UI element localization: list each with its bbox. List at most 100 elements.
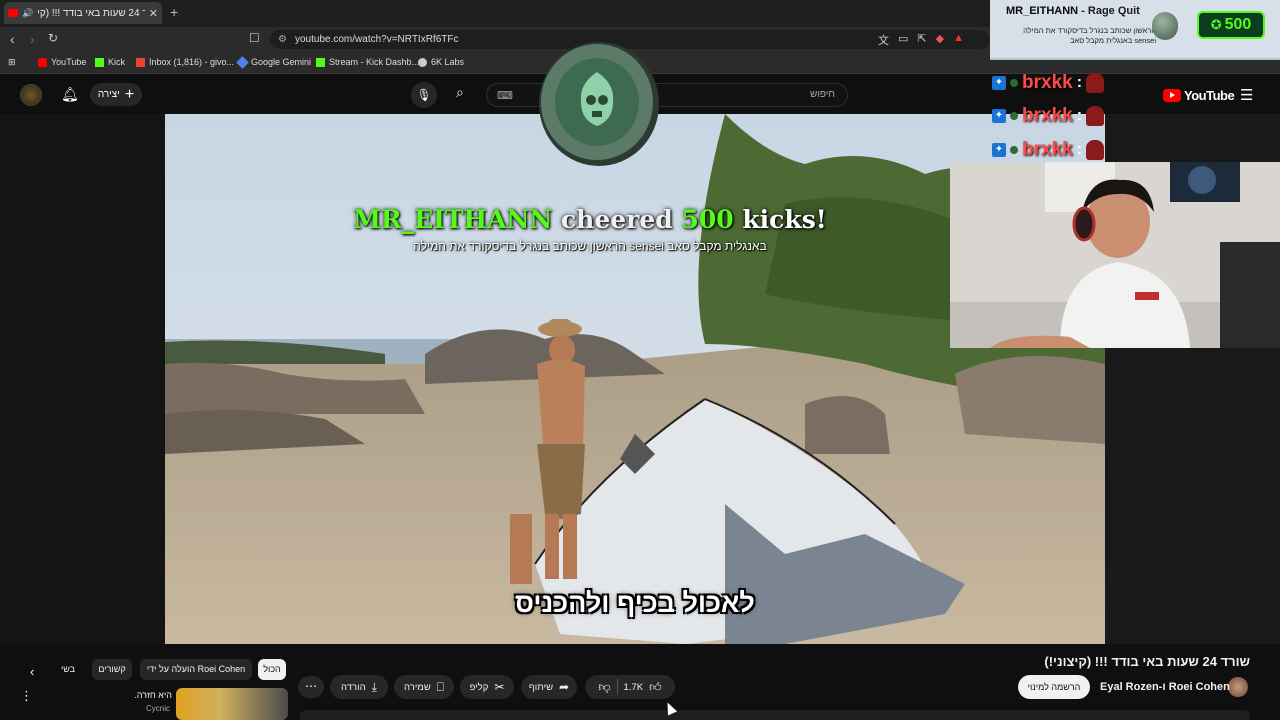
download-button[interactable]: הורדה ⤓ (330, 675, 388, 699)
bookmark-save-icon: ⎕ (436, 679, 444, 694)
youtube-logo[interactable]: YouTube (1163, 88, 1235, 103)
site-info-icon[interactable]: ⚙ (278, 30, 287, 49)
bookmark-kick-dashboard[interactable]: Stream - Kick Dashb... (316, 57, 419, 67)
gemini-icon (236, 55, 249, 69)
bookmark-icon[interactable]: ☐ (249, 31, 260, 45)
recommended-video-channel: Cycnic (145, 704, 170, 713)
divider (616, 679, 618, 695)
goal-message: הראשון שכותב בנגרל בדיסקורד את המילה sen… (1023, 26, 1156, 45)
dislike-icon[interactable]: 👎︎ (598, 680, 610, 695)
goal-username: MR_EITHANN (1006, 5, 1079, 17)
recommended-video-title[interactable]: היא חזרה. (100, 690, 172, 700)
like-dislike-group: 👎︎ 1.7K 👍︎ (585, 675, 675, 699)
chat-dot-icon (1010, 79, 1018, 87)
plus-icon: + (124, 85, 135, 103)
chat-message: ✦ brxkk : (992, 70, 1132, 96)
bookmark-youtube[interactable]: YouTube (38, 57, 86, 67)
keyboard-icon[interactable]: ⌨ (497, 89, 513, 102)
chat-message: ✦ brxkk : (992, 103, 1132, 129)
goal-amount: 500 (1224, 16, 1252, 33)
chat-message: ✦ brxkk : (992, 137, 1132, 163)
cheer-message: באנגלית מקבל סאב sensei הראשון שכותב בנג… (413, 239, 767, 253)
notifications-bell-icon[interactable]: 🔔︎ (61, 86, 79, 103)
audio-icon[interactable]: 🔊 (22, 8, 33, 19)
extension-shield-icon[interactable]: ◆ (936, 32, 944, 48)
video-subtitle: לאכול בכיף ולהכניס (515, 588, 755, 618)
description-box[interactable] (300, 710, 1250, 720)
youtube-favicon-icon (8, 9, 18, 17)
extension-triangle-icon[interactable]: ▲ (953, 32, 964, 48)
bookmark-kick[interactable]: Kick (95, 57, 125, 67)
download-icon: ⤓ (371, 679, 377, 694)
bookmark-6k-labs[interactable]: 6K Labs (418, 57, 464, 67)
cheer-alert-headline: MR_EITHANN cheered 500 kicks! (300, 205, 880, 234)
clip-button[interactable]: קליפ ✂ (460, 675, 514, 699)
more-vert-icon[interactable]: ⋮ (20, 688, 33, 704)
search-button[interactable]: ⌕ (456, 84, 480, 108)
download-label: הורדה (341, 681, 366, 693)
chat-emote-icon (1086, 140, 1105, 160)
back-icon[interactable]: ‹ (10, 31, 15, 47)
bookmark-label: 6K Labs (431, 57, 465, 67)
apps-icon[interactable]: ⊞ (8, 57, 16, 68)
channel-name[interactable]: Eyal Rozen-ו Roei Cohen (1100, 681, 1230, 693)
youtube-play-icon (1163, 89, 1181, 102)
translate-icon[interactable]: 文 (878, 32, 889, 48)
share-label: שיתוף (528, 681, 554, 693)
share-button[interactable]: שיתוף ➦ (521, 675, 577, 699)
chip-related[interactable]: קשורים (92, 659, 132, 680)
webcam-frame (950, 162, 1280, 348)
new-tab-icon[interactable]: + (170, 4, 178, 20)
create-label: יצירה (97, 89, 120, 100)
address-bar-actions: 文 ▭ ⇱ ◆ ▲ (878, 32, 964, 48)
like-count[interactable]: 1.7K (624, 682, 644, 693)
share-icon[interactable]: ⇱ (917, 32, 926, 48)
microphone-icon: 🎙︎ (416, 88, 432, 102)
bookmark-gmail[interactable]: Inbox (1,816) - givo... (136, 57, 234, 67)
chip-all[interactable]: הכול (258, 659, 286, 680)
create-button[interactable]: יצירה + (90, 83, 142, 106)
cast-icon[interactable]: ▭ (898, 32, 908, 48)
video-letterbox-left (0, 114, 165, 644)
recommended-video-thumbnail[interactable] (176, 688, 288, 720)
chat-colon: : (1076, 74, 1083, 91)
goal-coin-icon (1152, 12, 1178, 40)
chat-colon: : (1076, 141, 1083, 158)
browser-tab[interactable]: 🔊 שורד 24 שעות באי בודד !!! (קי ✕ (4, 2, 162, 24)
goal-title: MR_EITHANN - Rage Quit (1006, 5, 1140, 17)
kick-icon (316, 57, 325, 67)
youtube-icon (38, 57, 47, 67)
share-arrow-icon: ➦ (559, 680, 570, 694)
subscribe-button[interactable]: הרשמה למינוי (1018, 675, 1090, 699)
youtube-logo-text: YouTube (1184, 88, 1235, 103)
chip-uploaded-by[interactable]: הועלה על ידי Roei Cohen (140, 659, 252, 680)
more-actions-button[interactable]: ⋯ (298, 676, 324, 698)
forward-icon[interactable]: › (30, 31, 35, 47)
cheer-amount: 500 (681, 205, 734, 234)
kick-coin-icon (539, 42, 659, 166)
chat-emote-icon (1086, 106, 1105, 126)
chat-badge-icon: ✦ (992, 76, 1006, 90)
cheer-unit: kicks! (742, 205, 827, 234)
search-placeholder: חיפוש (810, 89, 835, 100)
hamburger-menu-icon[interactable]: ☰ (1240, 86, 1253, 104)
chat-colon: : (1076, 107, 1083, 124)
account-avatar[interactable] (20, 84, 42, 106)
close-tab-icon[interactable]: ✕ (149, 7, 158, 20)
channel-avatar[interactable] (1228, 677, 1248, 697)
chips-scroll-left-icon[interactable]: ‹ (30, 664, 34, 679)
save-button[interactable]: שמירה ⎕ (394, 675, 454, 699)
url-text: youtube.com/watch?v=NRTIxRf6TFc (295, 34, 459, 45)
like-icon[interactable]: 👍︎ (649, 680, 662, 695)
chat-badge-icon: ✦ (992, 143, 1006, 157)
gmail-icon (136, 57, 145, 67)
reload-icon[interactable]: ↻ (48, 31, 58, 45)
streamer-webcam (950, 162, 1280, 348)
chat-dot-icon (1010, 112, 1018, 120)
chat-username: brxkk (1022, 139, 1073, 160)
voice-search-button[interactable]: 🎙︎ (411, 82, 437, 108)
chip-recent[interactable]: בשי (52, 659, 84, 680)
cheer-username: MR_EITHANN (353, 205, 553, 234)
bookmark-gemini[interactable]: Google Gemini (236, 55, 311, 69)
chat-username: brxkk (1022, 105, 1073, 126)
